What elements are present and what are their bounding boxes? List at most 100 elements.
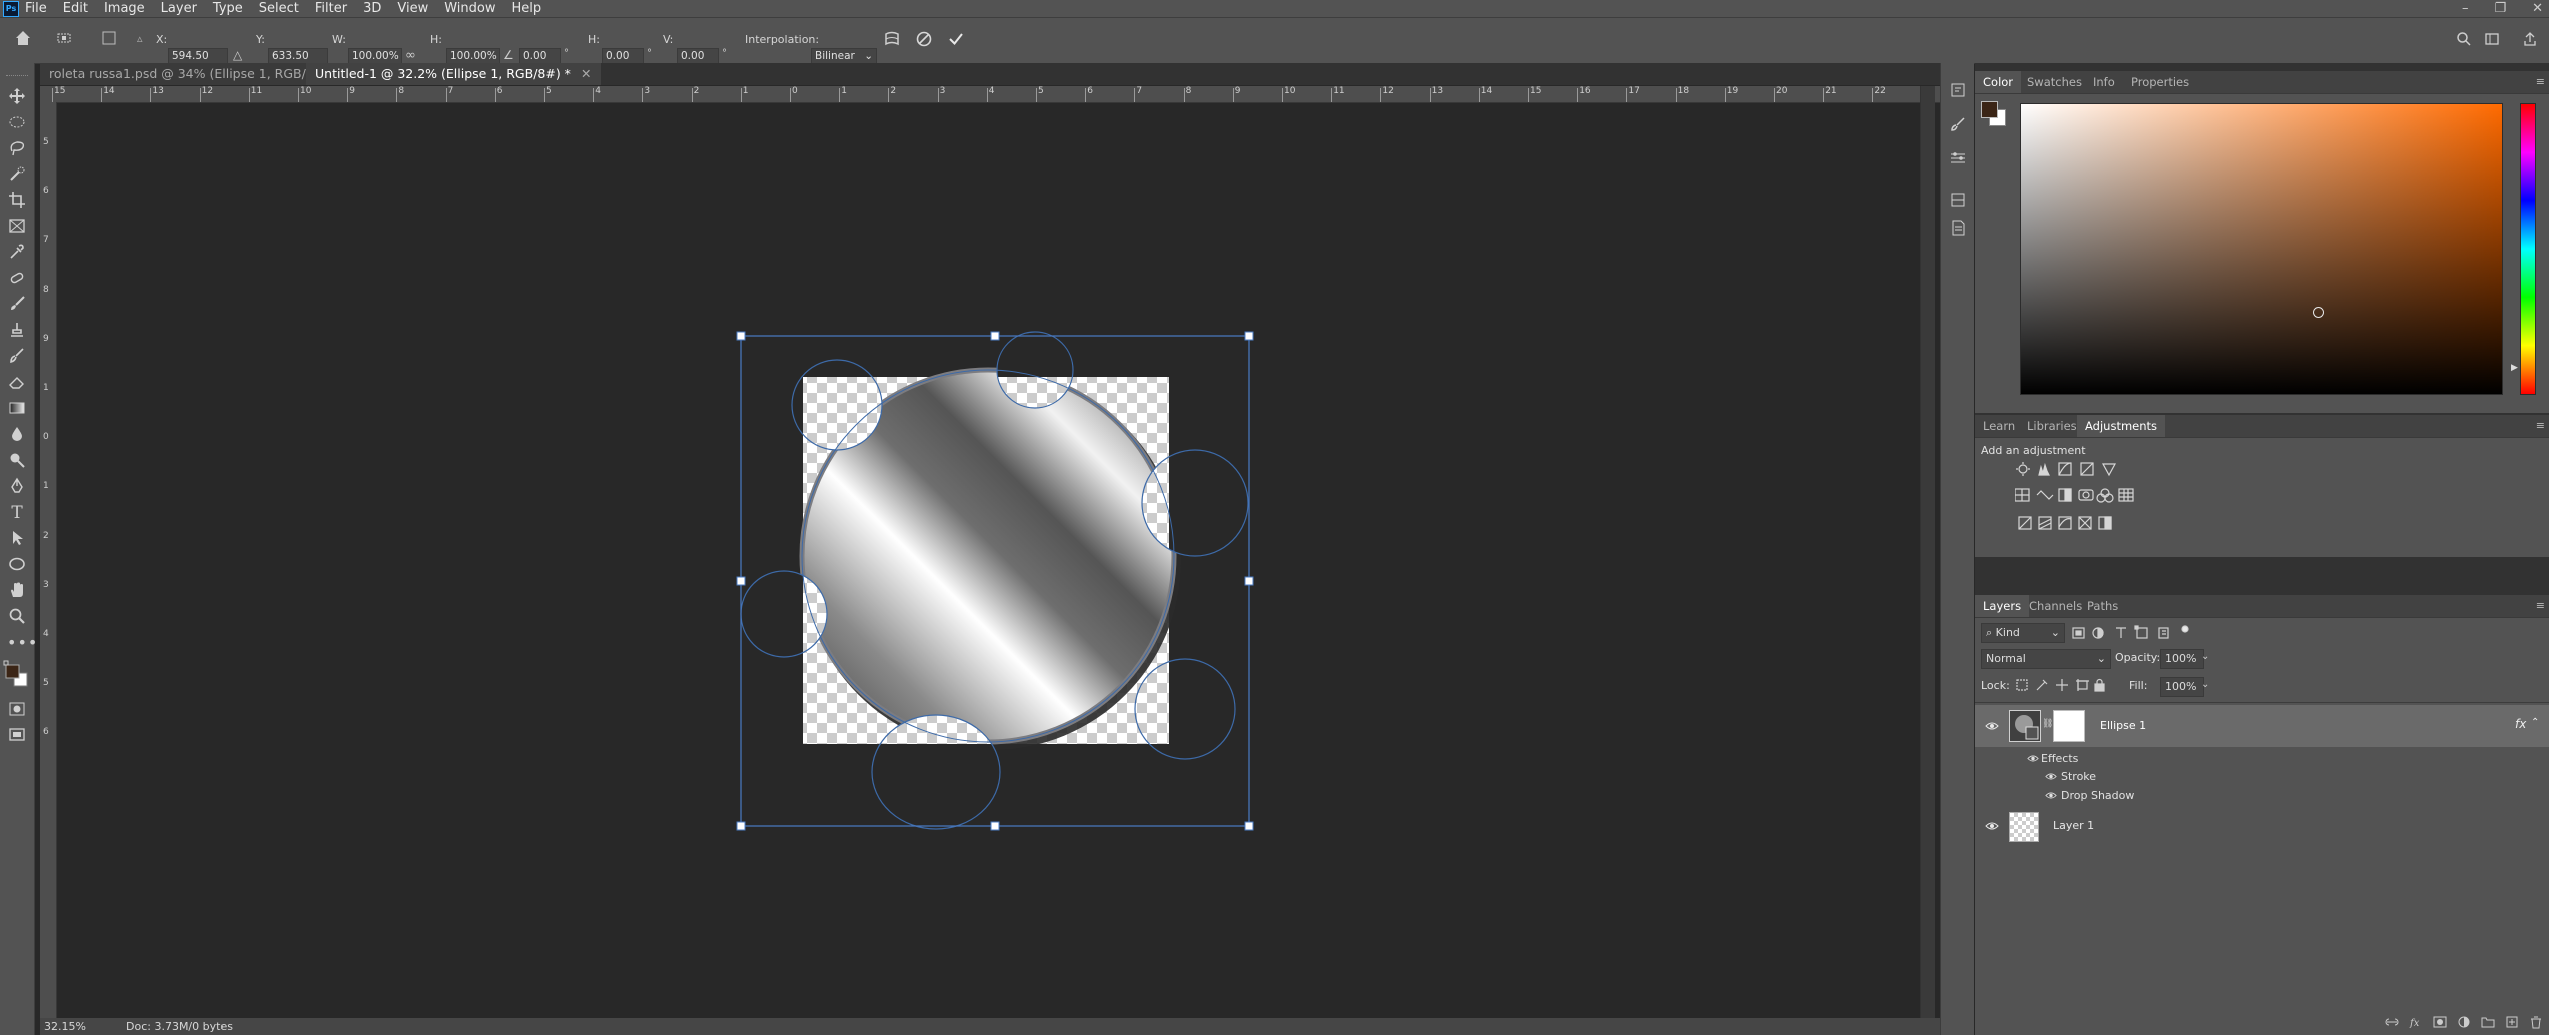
tab-paths[interactable]: Paths	[2079, 595, 2126, 617]
eyedropper-tool-icon[interactable]	[7, 243, 27, 263]
effect-stroke[interactable]: Stroke	[2061, 770, 2096, 783]
transform-tool-icon[interactable]	[56, 30, 72, 46]
zoom-level[interactable]: 32.15%	[44, 1018, 86, 1035]
tab-color[interactable]: Color	[1975, 71, 2022, 93]
maximize-button[interactable]: ❐	[2494, 1, 2506, 16]
filter-toggle-icon[interactable]	[2181, 625, 2189, 633]
new-layer-icon[interactable]	[2505, 1015, 2519, 1029]
quick-selection-tool-icon[interactable]	[7, 165, 27, 185]
color-picker-cursor[interactable]	[2313, 307, 2324, 318]
link-layers-icon[interactable]	[2385, 1015, 2399, 1029]
frame-tool-icon[interactable]	[7, 217, 27, 237]
layer-row-ellipse-1[interactable]: ⛓ Ellipse 1 fx ⌃	[1975, 705, 2549, 747]
hue-slider[interactable]	[2520, 103, 2536, 395]
path-selection-tool-icon[interactable]	[7, 529, 27, 549]
canvas-area[interactable]	[57, 103, 1919, 1018]
tab-learn[interactable]: Learn	[1975, 415, 2023, 437]
vector-mask-thumbnail[interactable]	[2053, 710, 2085, 742]
zoom-tool-icon[interactable]	[7, 607, 27, 627]
notes-icon[interactable]	[1948, 219, 1968, 239]
cancel-transform-icon[interactable]	[915, 30, 933, 48]
menu-file[interactable]: File	[25, 1, 47, 16]
brush-tool-icon[interactable]	[7, 295, 27, 315]
posterize-icon[interactable]	[2038, 516, 2052, 530]
commit-transform-icon[interactable]	[947, 30, 965, 48]
fx-icon[interactable]: fx	[2515, 717, 2526, 731]
invert-icon[interactable]	[2018, 516, 2032, 530]
link-icon[interactable]: ⛓	[2042, 719, 2053, 729]
menu-layer[interactable]: Layer	[161, 1, 197, 16]
home-icon[interactable]	[14, 29, 32, 47]
move-tool-icon[interactable]	[7, 87, 27, 107]
menu-select[interactable]: Select	[259, 1, 299, 16]
visibility-eye-icon[interactable]	[2045, 791, 2057, 800]
foreground-color-swatch[interactable]	[1981, 101, 1998, 118]
transform-handle[interactable]	[736, 821, 746, 831]
channel-mixer-icon[interactable]	[2096, 488, 2114, 503]
screen-mode-icon[interactable]	[7, 725, 27, 745]
eraser-tool-icon[interactable]	[7, 373, 27, 393]
tab-properties[interactable]: Properties	[2123, 71, 2197, 93]
transform-handle[interactable]	[1244, 821, 1254, 831]
document-canvas[interactable]	[57, 103, 1919, 1018]
delta-icon[interactable]: ▵	[137, 32, 143, 45]
filter-smart-object-icon[interactable]	[2158, 627, 2169, 639]
gradient-tool-icon[interactable]	[7, 399, 27, 419]
tab-adjustments[interactable]: Adjustments	[2077, 415, 2166, 437]
lasso-tool-icon[interactable]	[7, 139, 27, 159]
menu-filter[interactable]: Filter	[315, 1, 347, 16]
menu-view[interactable]: View	[397, 1, 428, 16]
curves-icon[interactable]	[2058, 462, 2072, 476]
vertical-ruler[interactable]: 5678910123456	[40, 102, 57, 1018]
new-adjustment-layer-icon[interactable]	[2457, 1015, 2471, 1029]
chevron-down-icon[interactable]: ⌄	[2201, 679, 2209, 690]
opacity-field[interactable]: 100%	[2160, 649, 2204, 669]
transform-handle[interactable]	[1244, 331, 1254, 341]
lock-artboard-icon[interactable]	[2076, 679, 2089, 691]
filter-type-icon[interactable]	[2116, 627, 2126, 638]
color-swatches-icon[interactable]	[3, 660, 31, 690]
share-icon[interactable]	[2522, 31, 2538, 47]
threshold-icon[interactable]	[2058, 516, 2072, 530]
vertical-scrollbar[interactable]	[1920, 86, 1935, 1018]
brush-settings-icon[interactable]	[1948, 149, 1968, 169]
chevron-down-icon[interactable]: ⌄	[2201, 651, 2209, 662]
dodge-tool-icon[interactable]	[7, 451, 27, 471]
menu-type[interactable]: Type	[213, 1, 243, 16]
layer-filter-select[interactable]: ⌕ Kind ⌄	[1981, 623, 2065, 643]
lock-all-icon[interactable]	[2094, 678, 2105, 692]
warp-mode-icon[interactable]	[883, 30, 901, 48]
transform-handle[interactable]	[736, 331, 746, 341]
menu-window[interactable]: Window	[444, 1, 495, 16]
visibility-eye-icon[interactable]	[2027, 754, 2039, 763]
workspace-icon[interactable]	[2484, 31, 2500, 47]
add-mask-icon[interactable]	[2433, 1015, 2447, 1029]
link-icon[interactable]: ∞	[405, 48, 416, 63]
exposure-icon[interactable]	[2080, 462, 2094, 476]
transform-handle[interactable]	[990, 331, 1000, 341]
close-window-button[interactable]: ✕	[2532, 1, 2543, 16]
menu-image[interactable]: Image	[104, 1, 145, 16]
selective-color-icon[interactable]	[2078, 516, 2092, 530]
hand-tool-icon[interactable]	[7, 581, 27, 601]
layer-name[interactable]: Layer 1	[2053, 819, 2094, 832]
panel-menu-icon[interactable]: ≡	[2536, 419, 2545, 432]
layer-style-fx-icon[interactable]: fx	[2409, 1015, 2423, 1029]
new-group-icon[interactable]	[2481, 1015, 2495, 1029]
type-tool-icon[interactable]: T	[7, 503, 27, 523]
pen-tool-icon[interactable]	[7, 477, 27, 497]
visibility-eye-icon[interactable]	[2045, 772, 2057, 781]
blend-mode-select[interactable]: Normal ⌄	[1981, 649, 2111, 669]
menu-edit[interactable]: Edit	[63, 1, 88, 16]
transform-handle[interactable]	[1244, 576, 1254, 586]
effect-drop-shadow[interactable]: Drop Shadow	[2061, 789, 2134, 802]
lock-position-icon[interactable]	[2056, 679, 2068, 691]
vibrance-icon[interactable]	[2101, 463, 2117, 477]
chevron-up-icon[interactable]: ⌃	[2531, 717, 2539, 728]
menu-3d[interactable]: 3D	[363, 1, 381, 16]
minimize-button[interactable]: –	[2462, 1, 2469, 16]
chevron-right-icon[interactable]: ›	[220, 1018, 224, 1035]
panel-menu-icon[interactable]: ≡	[2536, 599, 2545, 612]
delete-layer-icon[interactable]	[2529, 1015, 2543, 1029]
color-field[interactable]	[2020, 103, 2503, 395]
